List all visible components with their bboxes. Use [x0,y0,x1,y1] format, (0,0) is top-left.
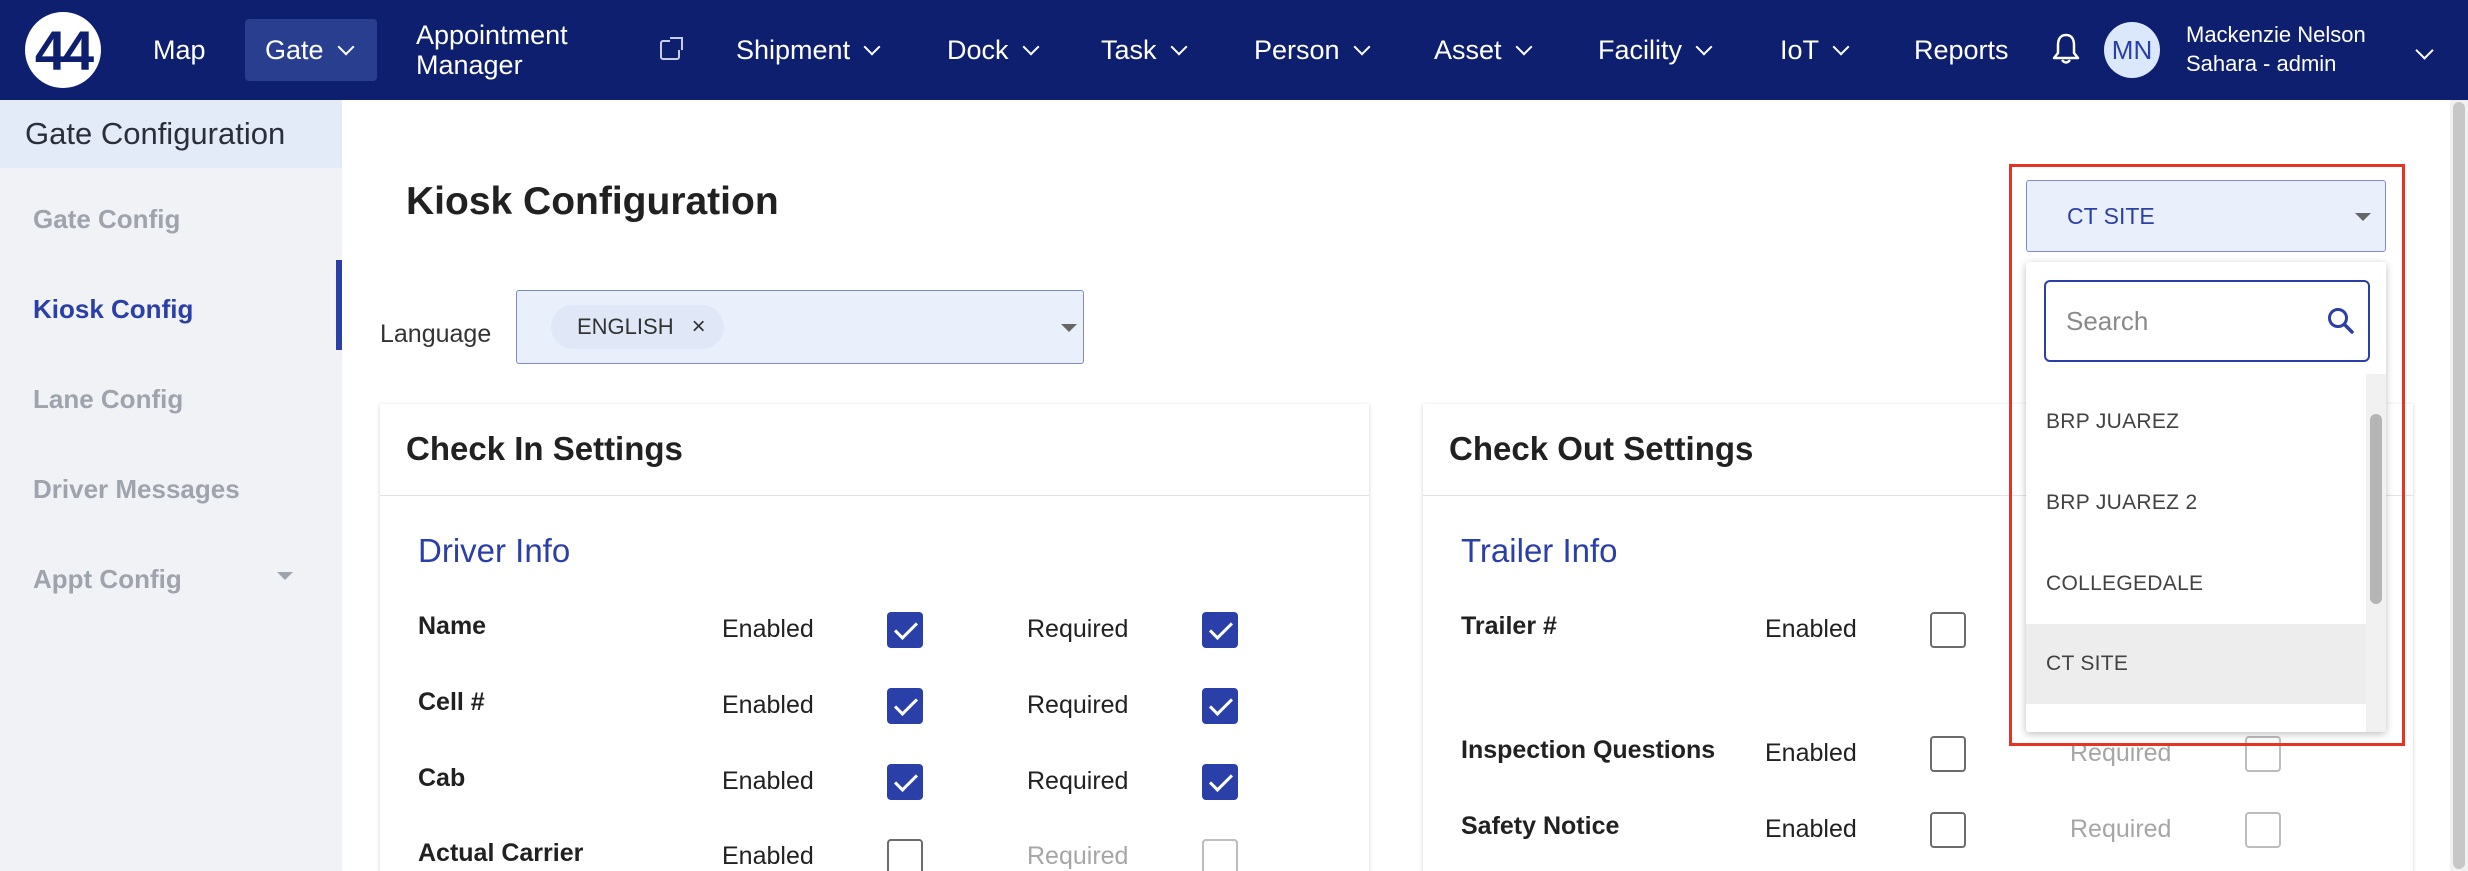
page-title: Kiosk Configuration [406,180,779,223]
actual-carrier-enabled-checkbox[interactable] [887,839,923,871]
chevron-down-icon [1832,38,1850,56]
trailer-info-heading: Trailer Info [1461,532,1618,569]
chevron-down-icon [1353,38,1371,56]
check-in-title: Check In Settings [406,430,683,467]
nav-shipment[interactable]: Shipment [736,0,881,100]
language-chip: ENGLISH × [551,305,724,349]
required-label: Required [1027,767,1129,795]
language-chip-label: ENGLISH [577,314,674,339]
row-label-cell: Cell # [418,688,485,716]
cell-required-checkbox[interactable] [1202,688,1238,724]
nav-map[interactable]: Map [153,0,206,100]
caret-down-icon[interactable] [1061,324,1077,332]
enabled-label: Enabled [1765,615,1857,643]
user-name[interactable]: Mackenzie Nelson [2186,22,2366,48]
row-label-trailer: Trailer # [1461,612,1557,640]
bell-icon[interactable] [2052,33,2080,65]
cab-enabled-checkbox[interactable] [887,764,923,800]
chevron-down-icon[interactable] [2415,41,2434,60]
required-label: Required [2070,815,2172,843]
nav-task[interactable]: Task [1101,0,1188,100]
check-out-title: Check Out Settings [1449,430,1754,467]
chevron-down-icon [337,38,355,56]
inspection-enabled-checkbox[interactable] [1930,736,1966,772]
nav-person[interactable]: Person [1254,0,1371,100]
user-role[interactable]: Sahara - admin [2186,51,2336,77]
caret-down-icon[interactable] [277,572,293,580]
enabled-label: Enabled [722,615,814,643]
enabled-label: Enabled [722,691,814,719]
top-nav: 44 Map Gate Appointment Manager Shipment… [0,0,2468,100]
cell-enabled-checkbox[interactable] [887,688,923,724]
required-label: Required [1027,842,1129,870]
sidebar-item-gate-config[interactable]: Gate Config [33,204,180,235]
enabled-label: Enabled [722,842,814,870]
highlight-box [2009,164,2405,746]
sidebar-item-driver-messages[interactable]: Driver Messages [33,474,240,505]
sidebar-active-indicator [336,260,342,350]
driver-info-heading: Driver Info [418,532,571,569]
nav-asset[interactable]: Asset [1434,0,1533,100]
actual-carrier-required-checkbox[interactable] [1202,839,1238,871]
nav-reports[interactable]: Reports [1914,0,2009,100]
cab-required-checkbox[interactable] [1202,764,1238,800]
sidebar-header: Gate Configuration [0,100,342,168]
row-label-inspection-questions: Inspection Questions [1461,736,1716,764]
chevron-down-icon [1695,38,1713,56]
row-label-safety-notice: Safety Notice [1461,812,1620,840]
chevron-down-icon [863,38,881,56]
nav-gate[interactable]: Gate [265,0,355,100]
row-label-name: Name [418,612,487,640]
name-enabled-checkbox[interactable] [887,612,923,648]
enabled-label: Enabled [1765,739,1857,767]
trailer-enabled-checkbox[interactable] [1930,612,1966,648]
name-required-checkbox[interactable] [1202,612,1238,648]
nav-dock[interactable]: Dock [947,0,1040,100]
sidebar: Gate Configuration Gate Config Kiosk Con… [0,100,342,871]
external-link-icon[interactable] [660,37,683,60]
page-scrollbar-thumb[interactable] [2453,102,2465,869]
avatar[interactable]: MN [2104,22,2160,78]
language-label: Language [380,320,492,348]
enabled-label: Enabled [1765,815,1857,843]
sidebar-item-lane-config[interactable]: Lane Config [33,384,183,415]
sidebar-item-appt-config[interactable]: Appt Config [33,564,182,595]
row-label-cab: Cab [418,764,466,792]
chevron-down-icon [1022,38,1040,56]
app-logo[interactable]: 44 [25,12,101,88]
safety-required-checkbox[interactable] [2245,812,2281,848]
safety-enabled-checkbox[interactable] [1930,812,1966,848]
enabled-label: Enabled [722,767,814,795]
chevron-down-icon [1515,38,1533,56]
language-select[interactable]: ENGLISH × [516,290,1084,364]
nav-iot[interactable]: IoT [1780,0,1850,100]
chevron-down-icon [1170,38,1188,56]
nav-facility[interactable]: Facility [1598,0,1713,100]
row-label-actual-carrier: Actual Carrier [418,839,584,867]
sidebar-item-kiosk-config[interactable]: Kiosk Config [33,294,193,325]
required-label: Required [1027,615,1129,643]
nav-appointment-manager[interactable]: Appointment Manager [416,0,568,100]
required-label: Required [1027,691,1129,719]
divider [380,495,1369,496]
check-in-card: Check In Settings Driver Info Name Enabl… [380,404,1369,871]
close-icon[interactable]: × [692,313,706,341]
